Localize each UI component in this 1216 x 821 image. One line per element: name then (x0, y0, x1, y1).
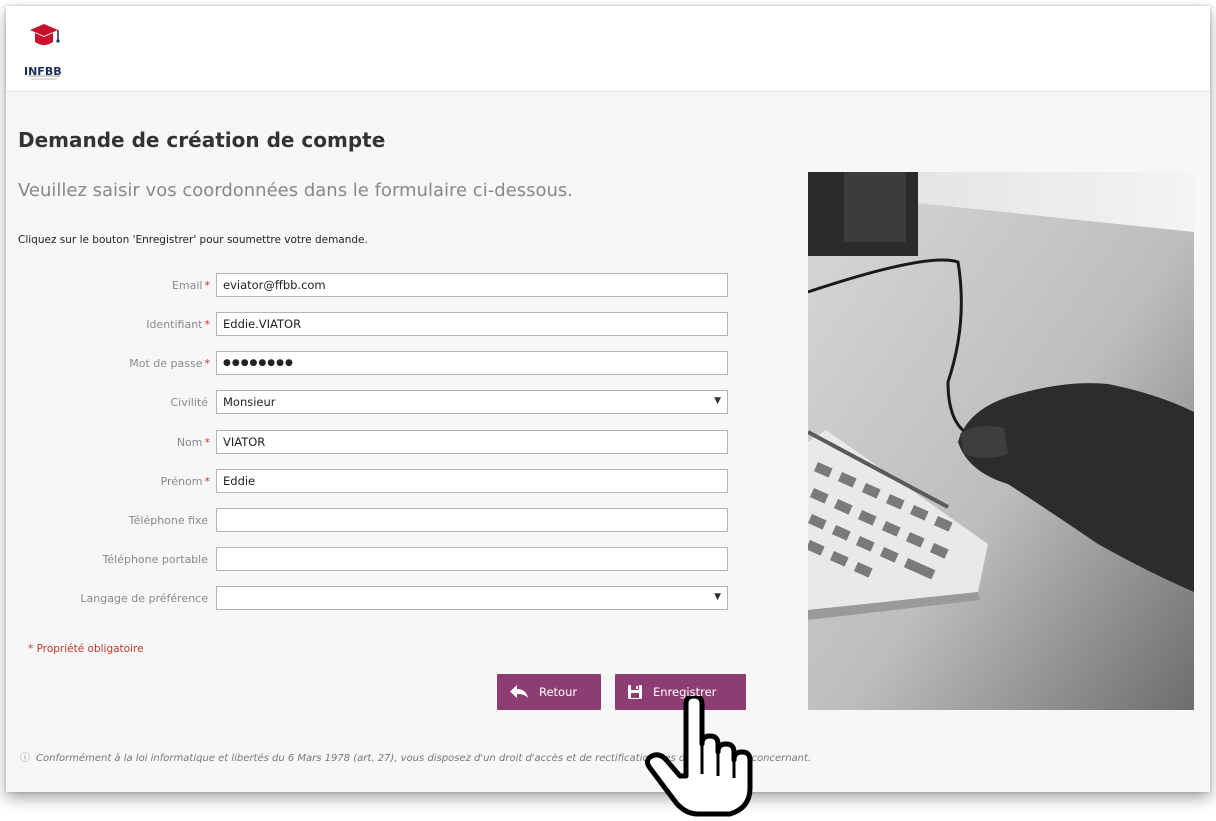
app-window: INFBB Demande de création de compte Veui… (6, 6, 1210, 792)
chevron-down-icon: ▼ (714, 396, 721, 406)
logo-text: INFBB (24, 65, 62, 78)
langage-label: Langage de préférence (80, 592, 208, 605)
telephone-portable-label: Téléphone portable (102, 553, 208, 566)
form-row-prenom: Prénom * Eddie (6, 469, 736, 495)
civilite-value: Monsieur (223, 395, 276, 409)
back-button-label: Retour (539, 685, 578, 699)
telephone-fixe-label: Téléphone fixe (128, 514, 208, 527)
form-row-telephone-fixe: Téléphone fixe (6, 508, 736, 534)
nom-label: Nom * (176, 436, 210, 449)
form-row-identifiant: Identifiant * Eddie.VIATOR (6, 312, 736, 338)
langage-select[interactable]: ▼ (216, 586, 728, 610)
infbb-logo[interactable]: INFBB (14, 18, 70, 84)
email-label: Email * (171, 279, 210, 292)
decorative-photo (808, 172, 1194, 710)
form-row-langage: Langage de préférence ▼ (6, 586, 736, 612)
nom-field[interactable]: VIATOR (216, 430, 728, 454)
form-row-password: Mot de passe * ●●●●●●●● (6, 351, 736, 377)
form-row-nom: Nom * VIATOR (6, 430, 736, 456)
form-row-civilite: Civilité Monsieur ▼ (6, 390, 736, 416)
prenom-label: Prénom * (160, 475, 210, 488)
required-note: * Propriété obligatoire (28, 643, 144, 655)
civilite-label: Civilité (170, 396, 209, 409)
chevron-down-icon: ▼ (714, 592, 721, 602)
telephone-portable-field[interactable] (216, 547, 728, 571)
page-title: Demande de création de compte (18, 128, 386, 152)
email-field[interactable]: eviator@ffbb.com (216, 273, 728, 297)
prenom-field[interactable]: Eddie (216, 469, 728, 493)
header-bar: INFBB (6, 6, 1210, 92)
form-row-email: Email * eviator@ffbb.com (6, 273, 736, 299)
identifiant-label: Identifiant * (146, 318, 210, 331)
hand-pointer-icon (640, 693, 758, 818)
photo-illustration (808, 172, 1194, 710)
reply-arrow-icon (510, 685, 528, 698)
instruction-text: Cliquez sur le bouton 'Enregistrer' pour… (18, 234, 368, 246)
page-subtitle: Veuillez saisir vos coordonnées dans le … (18, 180, 573, 201)
password-field[interactable]: ●●●●●●●● (216, 351, 728, 375)
password-label: Mot de passe * (129, 357, 210, 370)
civilite-select[interactable]: Monsieur ▼ (216, 390, 728, 414)
identifiant-field[interactable]: Eddie.VIATOR (216, 312, 728, 336)
telephone-fixe-field[interactable] (216, 508, 728, 532)
info-icon: ⓘ (20, 753, 30, 764)
form-row-telephone-portable: Téléphone portable (6, 547, 736, 573)
back-button[interactable]: Retour (497, 674, 601, 710)
